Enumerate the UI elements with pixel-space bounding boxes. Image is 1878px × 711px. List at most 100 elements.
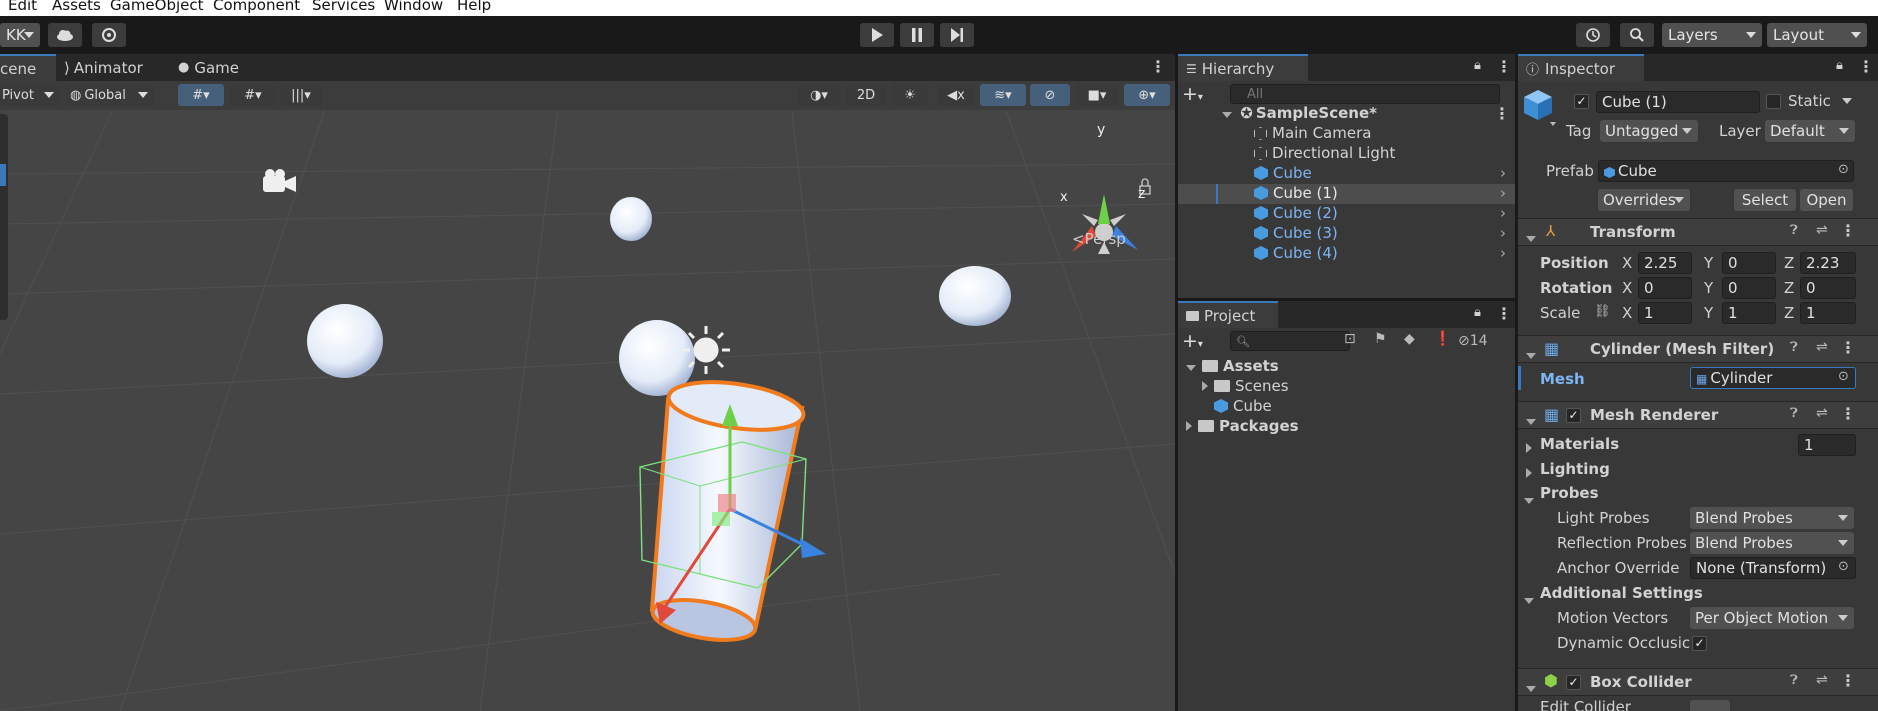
lock-icon[interactable]: 🔒︎: [1474, 305, 1481, 320]
scene-viewport[interactable]: [0, 54, 1175, 711]
search-button[interactable]: [1620, 23, 1654, 47]
tab-scene[interactable]: cene: [0, 54, 56, 81]
help-icon[interactable]: ❓︎: [1790, 673, 1798, 688]
menu-help[interactable]: Help: [457, 0, 491, 14]
tab-animator[interactable]: ⟩ Animator: [64, 54, 143, 81]
mesh-filter-header[interactable]: ▦ Cylinder (Mesh Filter) ❓︎ ⇌ ⋮: [1518, 335, 1878, 363]
box-collider-header[interactable]: ⬢ ✓ Box Collider ❓︎ ⇌ ⋮: [1518, 668, 1878, 696]
object-picker-icon[interactable]: ⊙: [1838, 559, 1849, 574]
overrides-dropdown[interactable]: Overrides: [1598, 189, 1690, 211]
chevron-right-icon[interactable]: ›: [1500, 224, 1506, 242]
scene-more-icon[interactable]: ⋮: [1494, 104, 1510, 123]
component-more-icon[interactable]: ⋮: [1840, 671, 1856, 690]
warning-icon[interactable]: ❗: [1434, 331, 1451, 347]
layout-dropdown[interactable]: Layout: [1767, 23, 1867, 47]
project-search-input[interactable]: 🔍︎: [1230, 331, 1350, 351]
inspector-more-icon[interactable]: ⋮: [1858, 57, 1874, 76]
expand-arrow-icon[interactable]: [1526, 439, 1532, 457]
layers-dropdown[interactable]: Layers: [1662, 23, 1762, 47]
account-dropdown[interactable]: KK: [0, 23, 40, 47]
play-button[interactable]: [860, 23, 894, 47]
component-more-icon[interactable]: ⋮: [1840, 221, 1856, 240]
gizmos-button[interactable]: ⊕▾: [1124, 84, 1170, 106]
scale-z-field[interactable]: 1: [1800, 302, 1856, 324]
projection-toggle[interactable]: <Persp: [1072, 230, 1126, 248]
preset-icon[interactable]: ⇌: [1816, 222, 1828, 238]
component-more-icon[interactable]: ⋮: [1840, 338, 1856, 357]
menu-assets[interactable]: Assets: [52, 0, 101, 14]
create-asset-button[interactable]: +▾: [1182, 330, 1203, 352]
rotation-x-field[interactable]: 0: [1638, 277, 1692, 299]
chevron-right-icon[interactable]: ›: [1500, 244, 1506, 262]
tag-dropdown[interactable]: Untagged: [1600, 120, 1698, 142]
constrain-proportions-icon[interactable]: ⛓: [1594, 304, 1611, 319]
menu-gameobject[interactable]: GameObject: [110, 0, 204, 14]
hierarchy-item[interactable]: Main Camera: [1254, 124, 1371, 142]
step-button[interactable]: [940, 23, 974, 47]
preset-icon[interactable]: ⇌: [1816, 339, 1828, 355]
position-x-field[interactable]: 2.25: [1638, 252, 1692, 274]
collab-button[interactable]: [92, 23, 126, 47]
scene-tools-overlay[interactable]: [0, 114, 8, 320]
hierarchy-item[interactable]: Cube: [1254, 164, 1312, 182]
component-more-icon[interactable]: ⋮: [1840, 404, 1856, 423]
tab-hierarchy[interactable]: ☰ Hierarchy: [1178, 54, 1308, 81]
help-icon[interactable]: ❓︎: [1790, 340, 1798, 355]
position-y-field[interactable]: 0: [1722, 252, 1776, 274]
visibility-toggle[interactable]: ⊘: [1030, 84, 1070, 106]
camera-settings-button[interactable]: ■▾: [1076, 84, 1118, 106]
mesh-renderer-enabled-checkbox[interactable]: ✓: [1566, 408, 1581, 423]
open-prefab-button[interactable]: Open: [1800, 189, 1853, 211]
align-button[interactable]: |||▾: [280, 84, 322, 106]
label-icon[interactable]: ◆: [1404, 331, 1415, 347]
menu-edit[interactable]: Edit: [8, 0, 37, 14]
mesh-renderer-header[interactable]: ▦ ✓ Mesh Renderer ❓︎ ⇌ ⋮: [1518, 401, 1878, 429]
object-picker-icon[interactable]: ⊙: [1838, 369, 1849, 384]
packages-folder[interactable]: Packages: [1186, 417, 1299, 435]
assets-folder[interactable]: Assets: [1186, 357, 1279, 375]
hierarchy-item[interactable]: Directional Light: [1254, 144, 1395, 162]
scale-y-field[interactable]: 1: [1722, 302, 1776, 324]
hierarchy-item[interactable]: Cube (3): [1254, 224, 1338, 242]
box-collider-enabled-checkbox[interactable]: ✓: [1566, 675, 1581, 690]
project-more-icon[interactable]: ⋮: [1496, 304, 1512, 323]
preset-icon[interactable]: ⇌: [1816, 672, 1828, 688]
chevron-right-icon[interactable]: ›: [1500, 204, 1506, 222]
edit-collider-button[interactable]: [1690, 700, 1730, 711]
cloud-button[interactable]: [48, 23, 82, 47]
lock-icon[interactable]: 🔒︎: [1474, 58, 1481, 73]
lighting-toggle[interactable]: ☀: [892, 84, 928, 106]
history-button[interactable]: [1576, 23, 1610, 47]
rotation-z-field[interactable]: 0: [1800, 277, 1856, 299]
anchor-override-field[interactable]: None (Transform): [1690, 557, 1856, 579]
pause-button[interactable]: [900, 23, 934, 47]
scene-more-icon[interactable]: ⋮: [1150, 57, 1166, 76]
help-icon[interactable]: ❓︎: [1790, 223, 1798, 238]
expand-arrow-icon[interactable]: [1524, 490, 1534, 508]
rotation-y-field[interactable]: 0: [1722, 277, 1776, 299]
menu-services[interactable]: Services: [312, 0, 375, 14]
grid-snap-button[interactable]: #▾: [178, 84, 224, 106]
increment-snap-button[interactable]: #▾: [230, 84, 276, 106]
expand-arrow-icon[interactable]: [1524, 590, 1534, 608]
menu-window[interactable]: Window: [384, 0, 443, 14]
scene-view[interactable]: y x z <Persp: [0, 54, 1175, 711]
hidden-packages-toggle[interactable]: ⊘14: [1458, 333, 1488, 349]
tab-inspector[interactable]: ⓘ Inspector: [1518, 54, 1644, 81]
transform-header[interactable]: ⅄ Transform ❓︎ ⇌ ⋮: [1518, 218, 1878, 246]
effects-toggle[interactable]: ≋▾: [980, 84, 1026, 106]
layer-dropdown[interactable]: Default: [1765, 120, 1855, 142]
chevron-right-icon[interactable]: ›: [1500, 164, 1506, 182]
hierarchy-item[interactable]: Cube (4): [1254, 244, 1338, 262]
select-prefab-button[interactable]: Select: [1734, 189, 1796, 211]
mesh-field[interactable]: ▦ Cylinder: [1690, 367, 1856, 389]
chevron-down-icon[interactable]: [1842, 98, 1852, 104]
tab-game[interactable]: ● Game: [178, 54, 239, 81]
audio-toggle[interactable]: ◀x: [938, 84, 974, 106]
2d-toggle[interactable]: 2D: [846, 84, 886, 106]
scenes-folder[interactable]: Scenes: [1202, 377, 1289, 395]
preset-icon[interactable]: ⇌: [1816, 405, 1828, 421]
position-z-field[interactable]: 2.23: [1800, 252, 1856, 274]
scene-root-row[interactable]: ✪ SampleScene*: [1222, 104, 1377, 122]
cube-prefab-asset[interactable]: Cube: [1214, 397, 1272, 415]
